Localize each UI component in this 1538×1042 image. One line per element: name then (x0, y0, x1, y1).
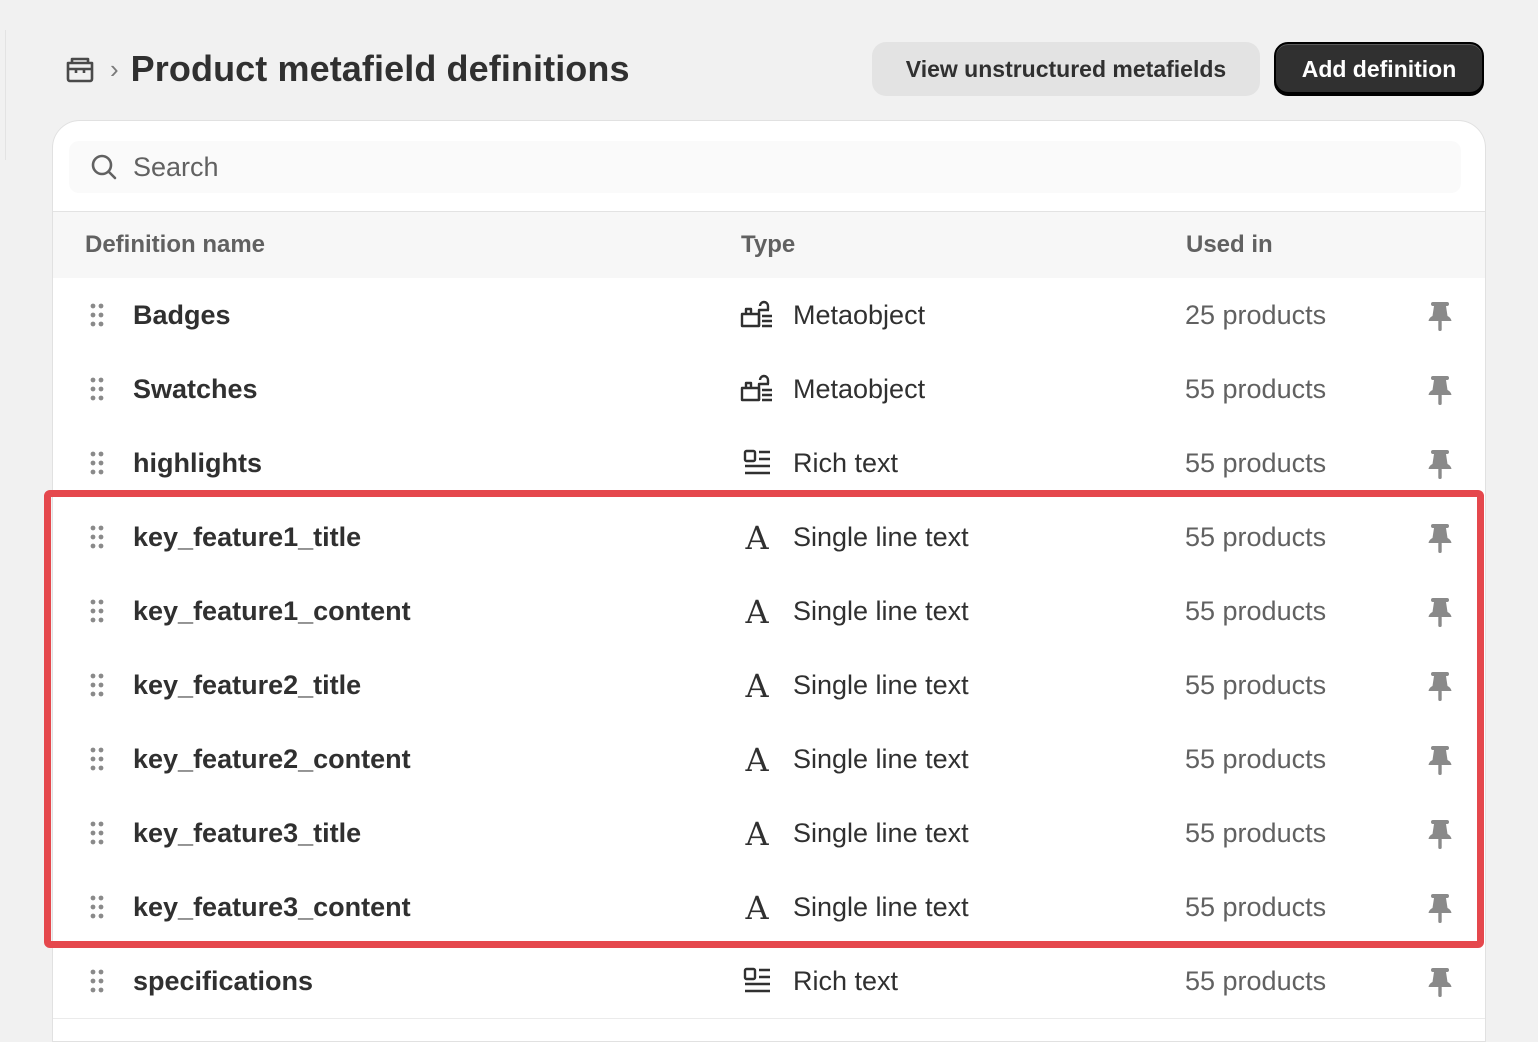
store-icon[interactable] (64, 53, 96, 85)
pin-icon[interactable] (1425, 818, 1455, 850)
used-in-count: 55 products (1185, 448, 1327, 478)
drag-handle-icon[interactable] (89, 450, 105, 476)
column-header-definition-name[interactable]: Definition name (85, 212, 265, 278)
definition-name[interactable]: key_feature2_title (133, 648, 361, 722)
definition-type: Metaobject (793, 374, 926, 404)
page-title: Product metafield definitions (130, 48, 630, 89)
svg-text:A: A (744, 743, 769, 775)
header-actions: View unstructured metafields Add definit… (872, 42, 1484, 96)
definition-type: Single line text (793, 892, 969, 922)
pin-icon[interactable] (1425, 966, 1455, 998)
table-row[interactable]: key_feature1_content A Single line text 55 … (53, 574, 1485, 649)
definition-type: Rich text (793, 966, 899, 996)
text-icon: A (739, 593, 775, 629)
definition-name[interactable]: Badges (133, 278, 231, 352)
search-input[interactable] (131, 150, 1035, 184)
sidebar-edge (0, 30, 6, 160)
drag-handle-icon[interactable] (89, 598, 105, 624)
definitions-card: Definition name Type Used in Badges Metao… (52, 120, 1486, 1042)
metaobject-icon (739, 297, 775, 333)
search-bar[interactable] (69, 141, 1461, 193)
text-icon: A (739, 667, 775, 703)
drag-handle-icon[interactable] (89, 672, 105, 698)
definition-type: Single line text (793, 670, 969, 700)
definition-type: Rich text (793, 448, 899, 478)
used-in-count: 55 products (1185, 744, 1327, 774)
pin-icon[interactable] (1425, 522, 1455, 554)
table-row[interactable]: key_feature2_content A Single line text 55 … (53, 722, 1485, 797)
definition-name[interactable]: key_feature2_content (133, 722, 411, 796)
used-in-count: 55 products (1185, 522, 1327, 552)
definition-name[interactable]: key_feature3_title (133, 796, 361, 870)
text-icon: A (739, 815, 775, 851)
definition-type: Metaobject (793, 300, 926, 330)
view-unstructured-metafields-button[interactable]: View unstructured metafields (872, 42, 1260, 96)
column-header-used-in[interactable]: Used in (1186, 212, 1273, 278)
pin-icon[interactable] (1425, 448, 1455, 480)
table-row[interactable]: key_feature2_title A Single line text 55 pr… (53, 648, 1485, 723)
metaobject-icon (739, 371, 775, 407)
table-row[interactable]: highlights Rich text 55 products (53, 426, 1485, 501)
table-row[interactable]: key_feature1_title A Single line text 55 pr… (53, 500, 1485, 575)
rich-text-icon (739, 445, 775, 481)
drag-handle-icon[interactable] (89, 968, 105, 994)
breadcrumb-chevron-icon: › (110, 54, 119, 84)
used-in-count: 55 products (1185, 818, 1327, 848)
used-in-count: 55 products (1185, 596, 1327, 626)
svg-text:A: A (744, 595, 769, 627)
definition-type: Single line text (793, 744, 969, 774)
page-header: › Product metafield definitions View uns… (64, 40, 1484, 98)
drag-handle-icon[interactable] (89, 746, 105, 772)
text-icon: A (739, 519, 775, 555)
used-in-count: 55 products (1185, 374, 1327, 404)
used-in-count: 55 products (1185, 670, 1327, 700)
definition-name[interactable]: key_feature3_content (133, 870, 411, 944)
definition-type: Single line text (793, 596, 969, 626)
text-icon: A (739, 889, 775, 925)
svg-text:A: A (744, 817, 769, 849)
svg-text:A: A (744, 521, 769, 553)
used-in-count: 55 products (1185, 892, 1327, 922)
column-header-type[interactable]: Type (741, 212, 795, 278)
rich-text-icon (739, 963, 775, 999)
pin-icon[interactable] (1425, 670, 1455, 702)
used-in-count: 55 products (1185, 966, 1327, 996)
pin-icon[interactable] (1425, 374, 1455, 406)
table-header: Definition name Type Used in (53, 211, 1485, 279)
pin-icon[interactable] (1425, 300, 1455, 332)
pin-icon[interactable] (1425, 596, 1455, 628)
search-icon (89, 152, 119, 182)
text-icon: A (739, 741, 775, 777)
table-row[interactable]: key_feature3_title A Single line text 55 pr… (53, 796, 1485, 871)
drag-handle-icon[interactable] (89, 894, 105, 920)
table-row[interactable]: specifications Rich text 55 products (53, 944, 1485, 1019)
pin-icon[interactable] (1425, 744, 1455, 776)
definition-name[interactable]: Swatches (133, 352, 258, 426)
drag-handle-icon[interactable] (89, 376, 105, 402)
pin-icon[interactable] (1425, 892, 1455, 924)
add-definition-button[interactable]: Add definition (1274, 42, 1484, 96)
used-in-count: 25 products (1185, 300, 1327, 330)
definition-name[interactable]: key_feature1_content (133, 574, 411, 648)
drag-handle-icon[interactable] (89, 820, 105, 846)
definition-type: Single line text (793, 818, 969, 848)
svg-text:A: A (744, 891, 769, 923)
definition-type: Single line text (793, 522, 969, 552)
definition-name[interactable]: specifications (133, 944, 313, 1018)
table-row[interactable]: key_feature3_content A Single line text 55 … (53, 870, 1485, 945)
table-row[interactable]: Badges Metaobject 25 products (53, 278, 1485, 353)
drag-handle-icon[interactable] (89, 302, 105, 328)
svg-text:A: A (744, 669, 769, 701)
definition-name[interactable]: key_feature1_title (133, 500, 361, 574)
table-row[interactable]: Swatches Metaobject 55 products (53, 352, 1485, 427)
drag-handle-icon[interactable] (89, 524, 105, 550)
definition-name[interactable]: highlights (133, 426, 262, 500)
